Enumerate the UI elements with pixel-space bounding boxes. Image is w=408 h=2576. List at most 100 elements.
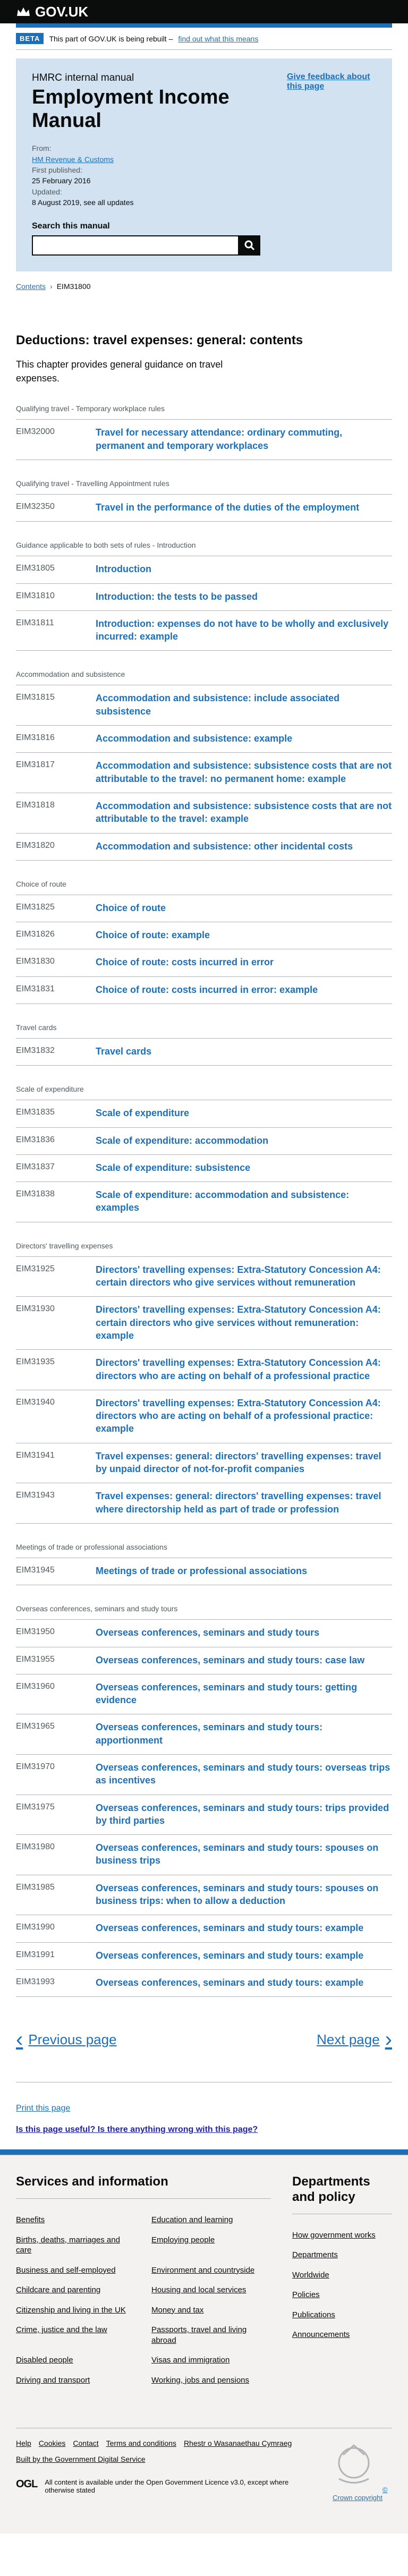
contents-entry: EIM31818 Accommodation and subsistence: s… [16,793,392,834]
department-link[interactable]: Worldwide [292,2270,392,2281]
licence: OGL All content is available under the O… [16,2478,292,2494]
department-link[interactable]: Policies [292,2290,392,2300]
entry-link[interactable]: Directors' travelling expenses: Extra-St… [96,1263,392,1289]
entry-link[interactable]: Accommodation and subsistence: subsisten… [96,759,392,785]
entry-link[interactable]: Choice of route: costs incurred in error [96,956,392,968]
entry-id: EIM31826 [16,930,55,939]
entry-link[interactable]: Directors' travelling expenses: Extra-St… [96,1397,392,1435]
service-link[interactable]: Business and self-employed [16,2265,135,2276]
entry-id: EIM31940 [16,1397,55,1407]
page-useful-link[interactable]: Is this page useful? Is there anything w… [16,2125,392,2135]
entry-link[interactable]: Overseas conferences, seminars and study… [96,1761,392,1787]
footer-link[interactable]: Cookies [39,2439,66,2447]
previous-page-link[interactable]: ‹ Previous page [16,2029,117,2050]
contents-list: Qualifying travel - Temporary workplace … [16,397,392,1997]
entry-id: EIM31818 [16,800,55,810]
manual-meta: From: HM Revenue & Customs First publishe… [32,143,266,208]
footer-link[interactable]: Terms and conditions [106,2439,176,2447]
entry-link[interactable]: Overseas conferences, seminars and study… [96,1922,392,1934]
department-link[interactable]: Departments [292,2250,392,2260]
entry-link[interactable]: Introduction: the tests to be passed [96,590,392,603]
service-link[interactable]: Money and tax [151,2305,271,2316]
service-link[interactable]: Employing people [151,2235,271,2256]
entry-link[interactable]: Travel in the performance of the duties … [96,501,392,514]
copyright-link[interactable]: © Crown copyright [333,2486,388,2502]
next-page-link[interactable]: Next page › [317,2029,392,2050]
search-button[interactable] [239,235,260,256]
entry-link[interactable]: Overseas conferences, seminars and study… [96,1949,392,1962]
entry-link[interactable]: Accommodation and subsistence: subsisten… [96,800,392,826]
phase-link[interactable]: find out what this means [178,35,258,43]
entry-link[interactable]: Introduction [96,563,392,575]
footer-link[interactable]: Rhestr o Wasanaethau Cymraeg [184,2439,292,2447]
entry-link[interactable]: Directors' travelling expenses: Extra-St… [96,1356,392,1382]
service-link[interactable]: Disabled people [16,2355,135,2366]
service-link[interactable]: Environment and countryside [151,2265,271,2276]
entry-id: EIM31831 [16,984,55,993]
entry-link[interactable]: Overseas conferences, seminars and study… [96,1626,392,1639]
contents-entry: EIM31810 Introduction: the tests to be pa… [16,584,392,611]
entry-link[interactable]: Scale of expenditure [96,1107,392,1119]
contents-entry: EIM31826 Choice of route: example [16,922,392,950]
entry-link[interactable]: Travel expenses: general: directors' tra… [96,1490,392,1516]
entry-id: EIM31837 [16,1162,55,1171]
footer-link[interactable]: Built by the Government Digital Service [16,2455,146,2463]
service-link[interactable]: Childcare and parenting [16,2285,135,2296]
service-link[interactable]: Education and learning [151,2215,271,2225]
section-heading: Overseas conferences, seminars and study… [16,1597,392,1620]
entry-link[interactable]: Accommodation and subsistence: example [96,732,392,745]
service-link[interactable]: Benefits [16,2215,135,2225]
entry-link[interactable]: Overseas conferences, seminars and study… [96,1654,392,1667]
entry-link[interactable]: Overseas conferences, seminars and study… [96,1801,392,1827]
entry-link[interactable]: Scale of expenditure: accommodation [96,1134,392,1147]
entry-link[interactable]: Overseas conferences, seminars and study… [96,1976,392,1989]
meta-label: From: [32,144,52,153]
contents-entry: EIM31930 Directors' travelling expenses: … [16,1297,392,1350]
print-link[interactable]: Print this page [16,2104,392,2113]
service-link[interactable]: Citizenship and living in the UK [16,2305,135,2316]
department-link[interactable]: Publications [292,2310,392,2320]
entry-link[interactable]: Overseas conferences, seminars and study… [96,1882,392,1908]
footer-link[interactable]: Contact [73,2439,98,2447]
ogl-logo: OGL [16,2478,38,2490]
entry-link[interactable]: Overseas conferences, seminars and study… [96,1721,392,1747]
contents-entry: EIM31941 Travel expenses: general: direct… [16,1443,392,1484]
entry-link[interactable]: Overseas conferences, seminars and study… [96,1681,392,1707]
entry-link[interactable]: Choice of route [96,902,392,914]
service-link[interactable]: Visas and immigration [151,2355,271,2366]
breadcrumb-contents[interactable]: Contents [16,282,46,291]
entry-link[interactable]: Directors' travelling expenses: Extra-St… [96,1303,392,1342]
service-link[interactable]: Housing and local services [151,2285,271,2296]
entry-link[interactable]: Overseas conferences, seminars and study… [96,1841,392,1867]
entry-link[interactable]: Travel for necessary attendance: ordinar… [96,426,392,452]
service-link[interactable]: Crime, justice and the law [16,2325,135,2345]
entry-link[interactable]: Travel cards [96,1045,392,1058]
entry-link[interactable]: Introduction: expenses do not have to be… [96,617,392,643]
entry-link[interactable]: Choice of route: example [96,929,392,941]
department-link[interactable]: Announcements [292,2330,392,2340]
service-link[interactable]: Passports, travel and living abroad [151,2325,271,2345]
feedback-link[interactable]: Give feedback about this page [287,72,370,91]
search-input[interactable] [32,235,239,256]
entry-link[interactable]: Accommodation and subsistence: include a… [96,692,392,718]
contents-entry: EIM31830 Choice of route: costs incurred … [16,949,392,977]
entry-link[interactable]: Choice of route: costs incurred in error… [96,983,392,996]
contents-entry: EIM31836 Scale of expenditure: accommodat… [16,1128,392,1155]
section-heading: Qualifying travel - Temporary workplace … [16,397,392,420]
meta-from-link[interactable]: HM Revenue & Customs [32,155,114,164]
footer-link[interactable]: Help [16,2439,31,2447]
entry-link[interactable]: Scale of expenditure: subsistence [96,1161,392,1174]
header-rule [16,23,392,28]
pagination: ‹ Previous page Next page › [16,2029,392,2083]
govuk-logo[interactable]: GOV.UK [16,4,88,20]
service-link[interactable]: Births, deaths, marriages and care [16,2235,135,2256]
entry-link[interactable]: Accommodation and subsistence: other inc… [96,840,392,853]
service-link[interactable]: Driving and transport [16,2375,135,2386]
department-link[interactable]: How government works [292,2230,392,2241]
service-link[interactable]: Working, jobs and pensions [151,2375,271,2386]
entry-id: EIM31810 [16,591,55,600]
entry-link[interactable]: Scale of expenditure: accommodation and … [96,1188,392,1214]
entry-link[interactable]: Meetings of trade or professional associ… [96,1565,392,1577]
entry-id: EIM31925 [16,1264,55,1273]
entry-link[interactable]: Travel expenses: general: directors' tra… [96,1450,392,1476]
